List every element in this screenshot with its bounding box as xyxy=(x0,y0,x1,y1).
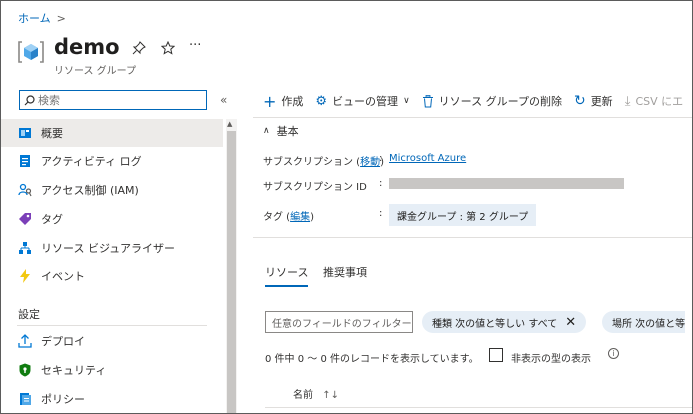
location-filter-pill[interactable]: 場所 次の値と等 xyxy=(602,311,686,333)
sidebar-item-events[interactable]: イベント xyxy=(1,262,223,290)
tab-resources[interactable]: リソース xyxy=(265,264,309,287)
tags-colon: : xyxy=(379,208,383,219)
subscription-value-link[interactable]: Microsoft Azure xyxy=(389,153,466,164)
overview-icon xyxy=(18,126,32,140)
subscription-id-redacted xyxy=(389,178,624,189)
search-icon xyxy=(24,94,35,105)
table-header-divider xyxy=(265,407,692,408)
delete-resource-group-button[interactable]: リソース グループの削除 xyxy=(422,93,562,109)
page-subtitle: リソース グループ xyxy=(54,66,137,77)
sidebar-item-label: ポリシー xyxy=(41,393,85,406)
subscription-move-link[interactable]: 移動 xyxy=(360,157,380,168)
manage-view-label: ビューの管理 xyxy=(332,95,399,108)
events-icon xyxy=(18,269,32,283)
sidebar-item-security[interactable]: セキュリティ xyxy=(1,356,223,384)
tag-pill[interactable]: 課金グループ : 第 2 グループ xyxy=(389,204,537,226)
create-label: 作成 xyxy=(281,95,304,108)
page-title: demo xyxy=(54,35,120,59)
close-icon[interactable]: ✕ xyxy=(565,315,576,330)
activity-log-icon xyxy=(18,154,32,168)
sidebar-item-iam[interactable]: アクセス制御 (IAM) xyxy=(1,176,223,204)
trash-icon xyxy=(422,94,433,107)
sidebar-item-overview[interactable]: 概要 xyxy=(1,119,223,147)
sidebar-item-activity-log[interactable]: アクティビティ ログ xyxy=(1,147,223,175)
location-filter-label: 場所 次の値と等 xyxy=(612,318,686,330)
tags-edit-link[interactable]: 編集 xyxy=(290,212,310,223)
essentials-top-divider xyxy=(253,117,692,118)
more-options-button[interactable]: ··· xyxy=(189,38,201,53)
tag-icon xyxy=(18,212,32,226)
chevron-down-icon: ∨ xyxy=(403,96,410,106)
breadcrumb: ホーム > xyxy=(18,10,66,26)
sidebar-item-policy[interactable]: ポリシー xyxy=(1,385,223,413)
policy-icon xyxy=(18,392,32,406)
iam-icon xyxy=(18,183,32,197)
sidebar-item-resource-visualizer[interactable]: リソース ビジュアライザー xyxy=(1,234,223,262)
visualizer-icon xyxy=(18,241,32,255)
sidebar-item-label: リソース ビジュアライザー xyxy=(41,242,175,255)
refresh-label: 更新 xyxy=(590,95,613,108)
sidebar-item-label: アクセス制御 (IAM) xyxy=(41,184,139,197)
delete-resource-group-label: リソース グループの削除 xyxy=(438,95,562,108)
tab-recommendations[interactable]: 推奨事項 xyxy=(323,264,367,280)
tags-label: タグ (編集) xyxy=(263,212,314,223)
sidebar-item-label: 概要 xyxy=(41,127,63,140)
sidebar-item-tags[interactable]: タグ xyxy=(1,205,223,233)
sidebar-search[interactable] xyxy=(19,90,207,110)
download-icon: ⤓ xyxy=(624,93,631,109)
sidebar-item-label: アクティビティ ログ xyxy=(41,155,142,168)
sidebar-item-label: タグ xyxy=(41,213,63,226)
create-button[interactable]: + 作成 xyxy=(263,92,303,111)
name-column-header[interactable]: 名前 ↑↓ xyxy=(293,386,339,401)
essentials-bottom-divider xyxy=(253,237,692,238)
deploy-icon xyxy=(18,334,32,348)
type-filter-pill[interactable]: 種類 次の値と等しい すべて ✕ xyxy=(422,311,587,333)
shield-icon xyxy=(18,363,32,377)
refresh-button[interactable]: ↻ 更新 xyxy=(574,93,613,109)
collapse-sidebar-icon[interactable]: « xyxy=(220,93,227,107)
sidebar-item-label: デプロイ xyxy=(41,335,85,348)
show-hidden-types-label: 非表示の型の表示 xyxy=(511,354,591,365)
portal-frame: ホーム > demo リソース グループ ··· « 概要 xyxy=(0,0,693,414)
scroll-up-arrow-icon[interactable]: ▲ xyxy=(227,120,232,128)
breadcrumb-separator: > xyxy=(56,12,66,25)
plus-icon: + xyxy=(263,91,277,111)
info-icon[interactable]: i xyxy=(608,348,619,359)
breadcrumb-home-link[interactable]: ホーム xyxy=(18,12,51,25)
resource-group-icon xyxy=(18,41,44,63)
type-filter-label: 種類 次の値と等しい すべて xyxy=(432,318,558,330)
export-csv-label: CSV にエ xyxy=(635,95,684,108)
sidebar-item-label: セキュリティ xyxy=(41,364,107,377)
subscription-id-colon: : xyxy=(379,178,383,189)
chevron-up-icon: ∧ xyxy=(263,126,270,136)
filter-input[interactable]: 任意のフィールドのフィルター... xyxy=(265,311,413,333)
sidebar-divider xyxy=(17,325,207,326)
sidebar-section-settings: 設定 xyxy=(18,308,40,321)
record-count-text: 0 件中 0 ～ 0 件のレコードを表示しています。 xyxy=(265,354,479,365)
manage-view-button[interactable]: ⚙ ビューの管理 ∨ xyxy=(315,93,409,109)
sort-icon: ↑↓ xyxy=(322,390,339,401)
essentials-toggle[interactable]: ∧ 基本 xyxy=(263,123,299,139)
sidebar-item-deploy[interactable]: デプロイ xyxy=(1,327,223,355)
export-csv-button[interactable]: ⤓ CSV にエ xyxy=(625,93,683,109)
pin-icon[interactable] xyxy=(132,41,146,55)
command-bar: + 作成 ⚙ ビューの管理 ∨ リソース グループの削除 ↻ 更新 ⤓ CSV … xyxy=(263,91,692,111)
sidebar: 概要 アクティビティ ログ アクセス制御 (IAM) タグ リソース ビジュアラ… xyxy=(1,119,225,413)
refresh-icon: ↻ xyxy=(573,93,586,109)
gear-icon: ⚙ xyxy=(315,93,328,109)
essentials-heading: 基本 xyxy=(276,125,299,138)
search-input[interactable] xyxy=(38,93,198,107)
sidebar-scrollbar-thumb[interactable] xyxy=(227,131,236,413)
subscription-label: サブスクリプション (移動) xyxy=(263,157,384,168)
subscription-id-label: サブスクリプション ID xyxy=(263,182,367,193)
star-icon[interactable] xyxy=(161,41,175,55)
subscription-colon: : xyxy=(379,153,383,164)
sidebar-item-label: イベント xyxy=(41,270,85,283)
show-hidden-types-checkbox[interactable] xyxy=(489,348,503,362)
